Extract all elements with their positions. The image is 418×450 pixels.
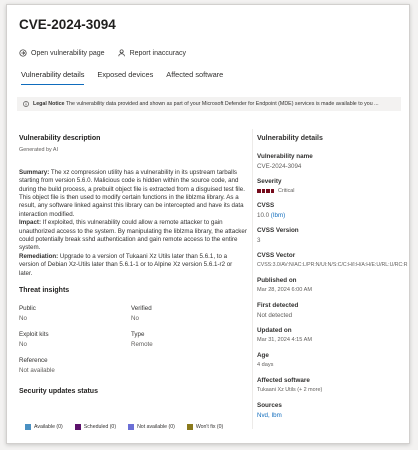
legend-swatch-not-available [128,424,135,430]
legend-item-wont-fix: Won't fix (0) [186,424,224,430]
legend-label-wont-fix: Won't fix (0) [195,424,224,430]
cvss-vector-value: CVSS:3.0/AV:N/AC:L/PR:N/UI:N/S:C/C:H/I:H… [257,262,408,268]
open-vulnerability-page-button[interactable]: Open vulnerability page [19,49,105,57]
public-label: Public [19,305,36,312]
published-value: Mar 28, 2024 6:00 AM [257,287,313,293]
column-divider [252,129,253,429]
action-bar: Open vulnerability page Report inaccurac… [19,49,186,57]
description-heading: Vulnerability description [19,135,101,142]
page-title: CVE-2024-3094 [19,17,116,32]
sources-label: Sources [257,402,282,409]
exploit-kits-value: No [19,341,27,348]
public-value: No [19,315,27,322]
cvss-value: 10.0 [257,212,270,219]
legend-label-available: Available (0) [34,424,63,430]
exploit-kits-label: Exploit kits [19,331,49,338]
impact-text: If exploited, this vulnerability could a… [19,219,247,252]
sources-links[interactable]: Nvd, Ibm [257,412,282,419]
vulnerability-panel: CVE-2024-3094 Open vulnerability page Re… [6,4,410,444]
open-vulnerability-page-label: Open vulnerability page [31,49,105,57]
cvss-version-value: 3 [257,237,261,244]
summary-text: The xz compression utility has a vulnera… [19,168,245,218]
type-value: Remote [131,341,153,348]
impact-label: Impact: [19,219,42,227]
verified-value: No [131,315,139,322]
vulnerability-name-label: Vulnerability name [257,153,313,160]
legend-label-not-available: Not available (0) [137,424,175,430]
legend-label-scheduled: Scheduled (0) [83,424,117,430]
reference-value: Not available [19,367,55,374]
details-heading: Vulnerability details [257,135,323,142]
severity-label: Severity [257,178,282,185]
vulnerability-name-value: CVE-2024-3094 [257,163,302,170]
cvss-version-label: CVSS Version [257,227,299,234]
updated-value: Mar 31, 2024 4:15 AM [257,337,313,343]
threat-insights-heading: Threat insights [19,287,70,294]
cvss-source-link[interactable]: (Ibm) [271,212,285,219]
report-inaccuracy-button[interactable]: Report inaccuracy [118,49,186,57]
legal-notice-label: Legal Notice [33,101,65,107]
reference-label: Reference [19,357,48,364]
open-page-icon [19,49,27,57]
first-detected-label: First detected [257,302,299,309]
cvss-label: CVSS [257,202,275,209]
affected-software-label: Affected software [257,377,310,384]
security-updates-legend: Available (0) Scheduled (0) Not availabl… [25,424,223,430]
age-value: 4 days [257,362,274,368]
legend-item-not-available: Not available (0) [128,424,175,430]
severity-value: Critical [278,188,295,194]
severity-bars-icon [257,188,274,194]
summary-paragraph: Summary: The xz compression utility has … [19,169,247,219]
tab-list: Vulnerability details Exposed devices Af… [21,70,223,85]
description-body: Summary: The xz compression utility has … [19,169,247,278]
tab-vulnerability-details[interactable]: Vulnerability details [21,70,85,85]
affected-software-value: Tukaani Xz Utils (+ 2 more) [257,387,323,393]
updated-label: Updated on [257,327,292,334]
legend-item-available: Available (0) [25,424,63,430]
info-icon [23,101,29,107]
report-person-icon [118,49,125,57]
generated-by-ai-note: Generated by AI [19,147,58,154]
severity-indicator: Critical [257,188,294,194]
verified-label: Verified [131,305,152,312]
tab-affected-software[interactable]: Affected software [166,70,223,85]
cvss-value-row: 10.0 (Ibm) [257,212,285,219]
security-updates-heading: Security updates status [19,388,98,395]
legend-item-scheduled: Scheduled (0) [74,424,117,430]
cvss-vector-label: CVSS Vector [257,252,296,259]
age-label: Age [257,352,269,359]
summary-label: Summary: [19,168,50,176]
first-detected-value: Not detected [257,312,293,319]
report-inaccuracy-label: Report inaccuracy [129,49,186,57]
legend-swatch-available [25,424,31,430]
impact-paragraph: Impact: If exploited, this vulnerability… [19,219,247,253]
legal-notice-text: The vulnerability data provided and show… [64,101,379,107]
legend-swatch-scheduled [74,424,81,430]
remediation-paragraph: Remediation: Upgrade to a version of Tuk… [19,253,247,278]
published-label: Published on [257,277,297,284]
remediation-label: Remediation: [19,252,59,260]
tab-exposed-devices[interactable]: Exposed devices [97,70,153,85]
legal-notice-banner: Legal Notice The vulnerability data prov… [17,97,401,111]
legend-swatch-wont-fix [186,424,193,430]
vulnerability-description: Vulnerability description Generated by A… [19,135,247,278]
type-label: Type [131,331,145,338]
